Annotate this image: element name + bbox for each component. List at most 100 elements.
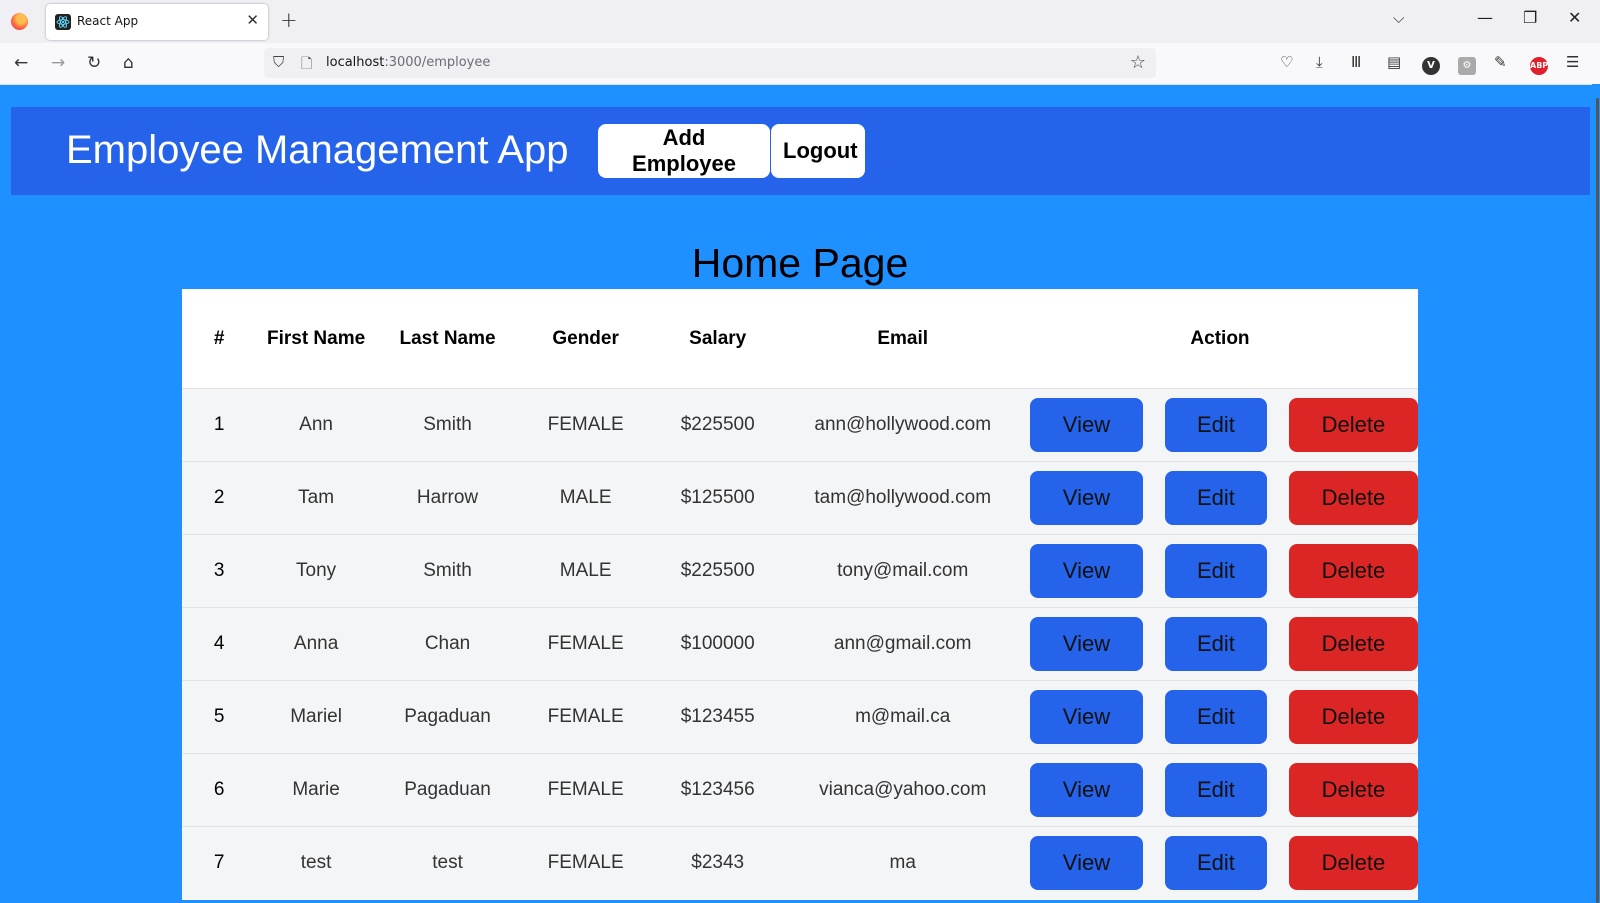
- cell-index: 4: [182, 607, 257, 681]
- window-restore-button[interactable]: ❐: [1523, 8, 1537, 27]
- cell-index: 3: [182, 534, 257, 608]
- view-button[interactable]: View: [1029, 471, 1143, 525]
- view-button[interactable]: View: [1029, 690, 1143, 744]
- edit-button[interactable]: Edit: [1164, 690, 1267, 744]
- menu-icon[interactable]: ☰: [1566, 53, 1579, 71]
- react-icon: [55, 14, 71, 30]
- cell-last-name: test: [375, 826, 520, 899]
- cell-email: ann@hollywood.com: [783, 388, 1022, 462]
- cell-salary: $225500: [651, 534, 784, 608]
- cell-last-name: Chan: [375, 607, 520, 681]
- window-minimize-button[interactable]: —: [1477, 8, 1493, 27]
- tab-title: React App: [77, 14, 139, 28]
- cell-actions: View Edit Delete: [1021, 607, 1418, 681]
- shield-icon[interactable]: ⛉: [273, 53, 284, 71]
- delete-button[interactable]: Delete: [1288, 544, 1418, 598]
- cell-salary: $100000: [651, 607, 784, 681]
- edit-button[interactable]: Edit: [1164, 471, 1267, 525]
- reload-icon[interactable]: ↻: [87, 53, 101, 73]
- edit-button[interactable]: Edit: [1164, 398, 1267, 452]
- sidebar-icon[interactable]: ▤: [1387, 53, 1401, 71]
- page-info-icon[interactable]: 🗋: [301, 53, 312, 77]
- column-header-action: Action: [1021, 289, 1418, 389]
- url-path: :3000/employee: [384, 55, 491, 70]
- app-header: Employee Management App Add Employee Log…: [11, 107, 1590, 195]
- delete-button[interactable]: Delete: [1288, 398, 1418, 452]
- cell-gender: FEMALE: [519, 607, 652, 681]
- cell-salary: $2343: [651, 826, 784, 899]
- table-header-row: # First Name Last Name Gender Salary Ema…: [182, 289, 1418, 389]
- cell-index: 1: [182, 388, 257, 462]
- view-button[interactable]: View: [1029, 398, 1143, 452]
- library-icon[interactable]: Ⅲ: [1351, 53, 1361, 71]
- cell-salary: $123456: [651, 753, 784, 827]
- browser-nav-bar: ← → ↻ ⌂ ⛉ 🗋 localhost:3000/employee ☆ ♡ …: [0, 43, 1600, 85]
- cell-actions: View Edit Delete: [1021, 826, 1418, 899]
- table-row: 3 Tony Smith MALE $225500 tony@mail.com View Ed…: [182, 534, 1418, 608]
- delete-button[interactable]: Delete: [1288, 690, 1418, 744]
- cell-actions: View Edit Delete: [1021, 388, 1418, 462]
- table-row: 2 Tam Harrow MALE $125500 tam@hollywood.com Vi…: [182, 461, 1418, 535]
- cell-actions: View Edit Delete: [1021, 753, 1418, 827]
- bookmark-star-icon[interactable]: ☆: [1130, 52, 1146, 73]
- cell-email: vianca@yahoo.com: [783, 753, 1022, 827]
- employee-table-container: # First Name Last Name Gender Salary Ema…: [182, 289, 1418, 900]
- logout-button[interactable]: Logout: [771, 124, 865, 178]
- edit-button[interactable]: Edit: [1164, 836, 1267, 890]
- home-icon[interactable]: ⌂: [123, 53, 134, 73]
- extension-icon[interactable]: ⚙: [1458, 54, 1476, 75]
- url-text[interactable]: localhost:3000/employee: [326, 55, 490, 70]
- cell-gender: FEMALE: [519, 753, 652, 827]
- column-header-email: Email: [783, 289, 1022, 389]
- cell-gender: MALE: [519, 461, 652, 535]
- cell-actions: View Edit Delete: [1021, 461, 1418, 535]
- edit-button[interactable]: Edit: [1164, 617, 1267, 671]
- window-close-button[interactable]: ✕: [1568, 8, 1581, 27]
- edit-button[interactable]: Edit: [1164, 763, 1267, 817]
- cell-last-name: Harrow: [375, 461, 520, 535]
- new-tab-button[interactable]: +: [280, 8, 298, 32]
- vpn-extension-icon[interactable]: V: [1422, 54, 1440, 75]
- view-button[interactable]: View: [1029, 544, 1143, 598]
- tab-close-icon[interactable]: ✕: [246, 11, 259, 29]
- list-all-tabs-icon[interactable]: ⌵: [1393, 9, 1404, 27]
- delete-button[interactable]: Delete: [1288, 763, 1418, 817]
- cell-index: 2: [182, 461, 257, 535]
- edit-button[interactable]: Edit: [1164, 544, 1267, 598]
- column-header-last-name: Last Name: [375, 289, 520, 389]
- employee-table: # First Name Last Name Gender Salary Ema…: [182, 289, 1418, 899]
- scrollbar-thumb[interactable]: [1596, 98, 1599, 903]
- adblock-icon[interactable]: ABP: [1530, 54, 1548, 75]
- column-header-first-name: First Name: [256, 289, 376, 389]
- table-row: 6 Marie Pagaduan FEMALE $123456 vianca@yahoo.…: [182, 753, 1418, 827]
- cell-gender: FEMALE: [519, 680, 652, 754]
- cell-gender: MALE: [519, 534, 652, 608]
- cell-first-name: test: [256, 826, 376, 899]
- delete-button[interactable]: Delete: [1288, 617, 1418, 671]
- pocket-icon[interactable]: ♡: [1280, 53, 1293, 71]
- view-button[interactable]: View: [1029, 836, 1143, 890]
- cell-gender: FEMALE: [519, 388, 652, 462]
- delete-button[interactable]: Delete: [1288, 471, 1418, 525]
- delete-button[interactable]: Delete: [1288, 836, 1418, 890]
- cell-salary: $125500: [651, 461, 784, 535]
- cell-last-name: Pagaduan: [375, 680, 520, 754]
- view-button[interactable]: View: [1029, 763, 1143, 817]
- cell-email: tony@mail.com: [783, 534, 1022, 608]
- page-scrollbar[interactable]: [1592, 84, 1600, 903]
- firefox-icon[interactable]: [11, 13, 28, 30]
- column-header-salary: Salary: [651, 289, 784, 389]
- download-icon[interactable]: ⤓: [1316, 53, 1323, 71]
- back-arrow-icon[interactable]: ←: [14, 53, 28, 73]
- cell-actions: View Edit Delete: [1021, 534, 1418, 608]
- address-bar[interactable]: ⛉ 🗋 localhost:3000/employee ☆: [264, 48, 1156, 78]
- forward-arrow-icon[interactable]: →: [51, 53, 65, 73]
- cell-last-name: Pagaduan: [375, 753, 520, 827]
- view-button[interactable]: View: [1029, 617, 1143, 671]
- add-employee-button[interactable]: Add Employee: [598, 124, 770, 178]
- cell-first-name: Ann: [256, 388, 376, 462]
- table-row: 1 Ann Smith FEMALE $225500 ann@hollywood.com V…: [182, 388, 1418, 462]
- table-row: 7 test test FEMALE $2343 ma View Edit Delete: [182, 826, 1418, 899]
- browser-tab[interactable]: React App ✕: [46, 4, 268, 40]
- feather-extension-icon[interactable]: ✎: [1494, 53, 1507, 71]
